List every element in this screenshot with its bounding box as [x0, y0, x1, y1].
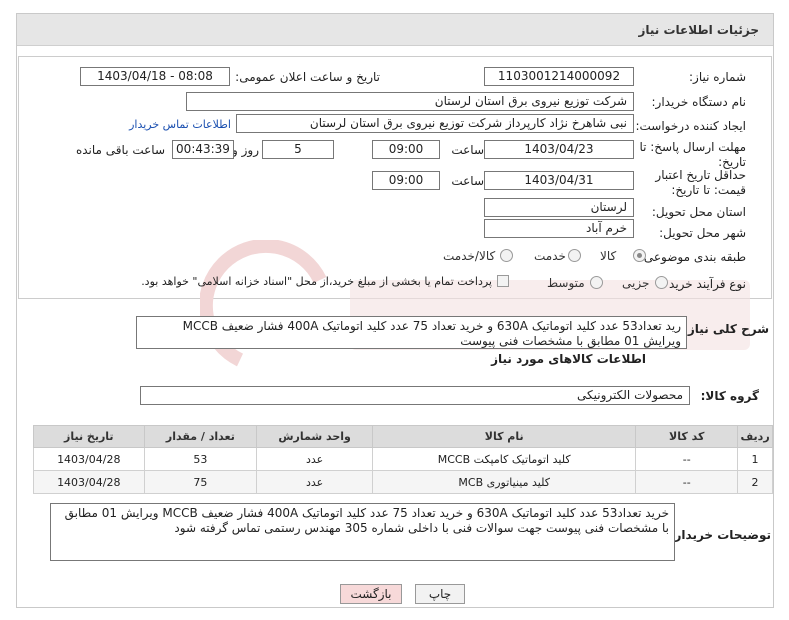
announce-label: تاریخ و ساعت اعلان عمومی:	[235, 70, 380, 84]
days-label: روز و	[232, 143, 259, 157]
city-label: شهر محل تحویل:	[659, 226, 746, 240]
remaining-label: ساعت باقی مانده	[75, 143, 165, 157]
buyer-notes-label: توضیحات خریدار:	[669, 528, 771, 542]
print-button[interactable]: چاپ	[415, 584, 465, 604]
goods-table-header: ردیف کد کالا نام کالا واحد شمارش تعداد /…	[33, 425, 773, 448]
city-field: خرم آباد	[484, 219, 634, 238]
page-title: جزئیات اطلاعات نیاز	[638, 23, 759, 37]
col-code: کد کالا	[635, 425, 739, 448]
cell-name: کلید اتوماتیک کامپکت MCCB	[372, 447, 637, 471]
category-option-both: کالا/خدمت	[443, 249, 496, 263]
cell-code: --	[635, 470, 739, 494]
creator-label: ایجاد کننده درخواست:	[635, 119, 746, 133]
category-radio-service[interactable]	[568, 249, 581, 262]
title-bar: جزئیات اطلاعات نیاز	[17, 14, 773, 46]
cell-unit: عدد	[256, 447, 374, 471]
col-need-date: تاریخ نیاز	[33, 425, 145, 448]
category-option-service: خدمت	[534, 249, 566, 263]
back-button[interactable]: بازگشت	[340, 584, 402, 604]
deadline-time-field: 09:00	[372, 140, 440, 159]
process-option-medium: متوسط	[547, 276, 585, 290]
cell-code: --	[635, 447, 739, 471]
col-row: ردیف	[737, 425, 773, 448]
cell-unit: عدد	[256, 470, 374, 494]
announce-field: 1403/04/18 - 08:08	[80, 67, 230, 86]
process-radio-minor[interactable]	[655, 276, 668, 289]
table-row: 2 -- کلید مینیاتوری MCB عدد 75 1403/04/2…	[33, 470, 773, 494]
goods-group-label: گروه کالا:	[700, 389, 759, 403]
process-label: نوع فرآیند خرید :	[661, 277, 746, 291]
buyer-label: نام دستگاه خریدار:	[651, 95, 747, 109]
description-field: رید تعداد53 عدد کلید اتوماتیک 630A و خری…	[136, 316, 687, 349]
goods-group-field: محصولات الکترونیکی	[140, 386, 690, 405]
col-unit: واحد شمارش	[256, 425, 374, 448]
creator-field: نبی شاهرخ نژاد کارپرداز شرکت توزیع نیروی…	[236, 114, 634, 133]
cell-row: 2	[737, 470, 773, 494]
cell-quantity: 75	[143, 470, 258, 494]
buyer-field: شرکت توزیع نیروی برق استان لرستان	[186, 92, 634, 111]
process-option-minor: جزیی	[622, 276, 650, 290]
category-radio-both[interactable]	[500, 249, 513, 262]
deadline-time-label: ساعت	[451, 143, 484, 157]
validity-label: حداقل تاریخ اعتبار قیمت: تا تاریخ:	[655, 168, 746, 197]
validity-time-label: ساعت	[451, 174, 484, 188]
process-radio-medium[interactable]	[590, 276, 603, 289]
goods-table: ردیف کد کالا نام کالا واحد شمارش تعداد /…	[33, 425, 773, 494]
cell-quantity: 53	[143, 447, 258, 471]
remaining-time-field: 00:43:39	[172, 140, 234, 159]
description-label: شرح کلی نیاز:	[683, 322, 769, 336]
treasury-payment-checkbox[interactable]	[497, 275, 509, 287]
need-number-field: 1103001214000092	[484, 67, 634, 86]
province-field: لرستان	[484, 198, 634, 217]
cell-name: کلید مینیاتوری MCB	[372, 470, 637, 494]
buyer-contact-link[interactable]: اطلاعات تماس خریدار	[129, 118, 231, 131]
payment-note: پرداخت تمام یا بخشی از مبلغ خرید،از محل …	[141, 275, 492, 288]
cell-row: 1	[737, 447, 773, 471]
validity-date-field: 1403/04/31	[484, 171, 634, 190]
validity-time-field: 09:00	[372, 171, 440, 190]
cell-need-date: 1403/04/28	[33, 447, 145, 471]
days-field: 5	[262, 140, 334, 159]
col-quantity: تعداد / مقدار	[143, 425, 258, 448]
need-number-label: شماره نیاز:	[689, 70, 746, 84]
category-label: طبقه بندی موضوعی:	[639, 250, 746, 264]
buyer-notes-field: خرید تعداد53 عدد کلید اتوماتیک 630A و خر…	[50, 503, 675, 561]
province-label: استان محل تحویل:	[651, 205, 746, 219]
col-name: نام کالا	[372, 425, 637, 448]
deadline-date-field: 1403/04/23	[484, 140, 634, 159]
category-option-goods: کالا	[600, 249, 617, 263]
goods-section-title: اطلاعات کالاهای مورد نیاز	[491, 352, 646, 366]
category-radio-goods[interactable]	[633, 249, 646, 262]
deadline-label: مهلت ارسال پاسخ: تا تاریخ:	[639, 140, 746, 169]
table-row: 1 -- کلید اتوماتیک کامپکت MCCB عدد 53 14…	[33, 447, 773, 471]
cell-need-date: 1403/04/28	[33, 470, 145, 494]
